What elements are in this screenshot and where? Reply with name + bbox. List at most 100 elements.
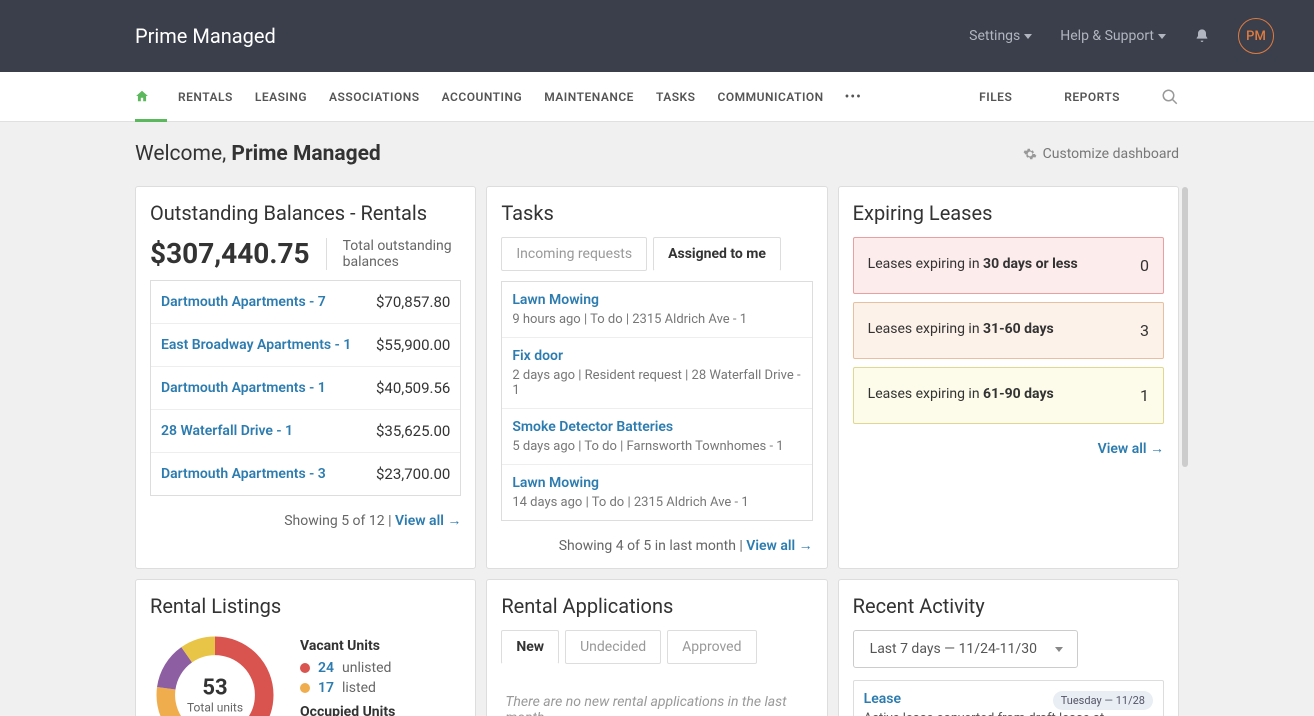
task-row[interactable]: Lawn Mowing14 days ago | To do | 2315 Al… <box>502 465 811 520</box>
balance-name[interactable]: 28 Waterfall Drive - 1 <box>161 423 293 439</box>
card-footer: View all → <box>853 440 1164 457</box>
exp-range: 30 days or less <box>983 256 1078 272</box>
exp-count: 1 <box>1140 386 1149 405</box>
balance-amount: $35,625.00 <box>376 422 450 440</box>
scrollbar[interactable] <box>1182 187 1188 467</box>
balance-row[interactable]: 28 Waterfall Drive - 1 $35,625.00 <box>151 410 460 453</box>
occupied-heading: Occupied Units <box>300 704 395 716</box>
balance-name[interactable]: Dartmouth Apartments - 1 <box>161 380 326 396</box>
tab-approved[interactable]: Approved <box>667 630 756 664</box>
dot-icon <box>300 663 310 673</box>
chevron-down-icon <box>1024 34 1032 39</box>
welcome-row: Welcome, Prime Managed Customize dashboa… <box>135 142 1179 166</box>
nav-associations[interactable]: ASSOCIATIONS <box>318 90 431 104</box>
chevron-down-icon <box>1055 647 1063 652</box>
task-title[interactable]: Fix door <box>512 348 801 364</box>
units-donut-chart: 53 Total units <box>150 630 280 716</box>
dot-icon <box>300 683 310 693</box>
settings-label: Settings <box>969 28 1020 44</box>
listing-stats: Vacant Units 24unlisted 17listed Occupie… <box>300 630 395 716</box>
tab-incoming-requests[interactable]: Incoming requests <box>501 237 647 271</box>
welcome-name: Prime Managed <box>231 142 380 166</box>
balance-name[interactable]: Dartmouth Apartments - 3 <box>161 466 326 482</box>
activity-description: Active lease converted from draft lease … <box>864 711 1153 716</box>
task-row[interactable]: Smoke Detector Batteries 5 days ago | To … <box>502 409 811 465</box>
tab-assigned-to-me[interactable]: Assigned to me <box>653 237 781 271</box>
top-bar-right: Settings Help & Support PM <box>969 18 1274 54</box>
chevron-down-icon <box>1158 34 1166 39</box>
nav-left: RENTALS LEASING ASSOCIATIONS ACCOUNTING … <box>135 72 872 121</box>
tab-undecided[interactable]: Undecided <box>565 630 661 664</box>
exp-count: 3 <box>1140 321 1149 340</box>
activity-item[interactable]: Tuesday — 11/28 Lease Active lease conve… <box>853 680 1164 716</box>
activity-range-select[interactable]: Last 7 days — 11/24-11/30 <box>853 630 1078 668</box>
card-title: Rental Applications <box>501 594 812 618</box>
donut-center: 53 Total units <box>187 676 243 715</box>
balance-name[interactable]: East Broadway Apartments - 1 <box>161 337 351 353</box>
help-support-menu[interactable]: Help & Support <box>1060 28 1166 44</box>
balance-list: Dartmouth Apartments - 7 $70,857.80 East … <box>150 280 461 496</box>
total-amount: $307,440.75 <box>150 237 310 270</box>
outstanding-balances-card: Outstanding Balances - Rentals $307,440.… <box>135 186 476 569</box>
balance-row[interactable]: Dartmouth Apartments - 7 $70,857.80 <box>151 281 460 324</box>
exp-prefix: Leases expiring in <box>868 321 983 337</box>
apps-tabs: New Undecided Approved <box>501 630 812 664</box>
task-row[interactable]: Lawn Mowing9 hours ago | To do | 2315 Al… <box>502 282 811 338</box>
listed-count[interactable]: 17 <box>318 680 334 696</box>
brand-name: Prime Managed <box>135 24 276 48</box>
balance-amount: $70,857.80 <box>376 293 450 311</box>
exp-range: 31-60 days <box>983 321 1054 337</box>
nav-reports[interactable]: REPORTS <box>1053 90 1131 104</box>
balance-row[interactable]: Dartmouth Apartments - 1$40,509.56 <box>151 367 460 410</box>
exp-count: 0 <box>1140 256 1149 275</box>
customize-dashboard-link[interactable]: Customize dashboard <box>1023 146 1179 162</box>
nav-communication[interactable]: COMMUNICATION <box>707 90 835 104</box>
tasks-tabs: Incoming requests Assigned to me <box>501 237 812 271</box>
top-bar: Prime Managed Settings Help & Support PM <box>0 0 1314 72</box>
balance-name[interactable]: Dartmouth Apartments - 7 <box>161 294 326 310</box>
nav-maintenance[interactable]: MAINTENANCE <box>533 90 645 104</box>
expiring-list: Leases expiring in 30 days or less 0 Leas… <box>853 237 1164 424</box>
card-title: Recent Activity <box>853 594 1164 618</box>
recent-activity-card: Recent Activity Last 7 days — 11/24-11/3… <box>838 579 1179 716</box>
nav-accounting[interactable]: ACCOUNTING <box>431 90 534 104</box>
task-title[interactable]: Smoke Detector Batteries <box>512 419 801 435</box>
notifications-bell-icon[interactable] <box>1194 28 1210 44</box>
expiring-row-60[interactable]: Leases expiring in 31-60 days 3 <box>853 302 1164 359</box>
nav-rentals[interactable]: RENTALS <box>167 90 244 104</box>
exp-range: 61-90 days <box>983 386 1054 402</box>
welcome-text: Welcome, Prime Managed <box>135 142 381 166</box>
view-all-link[interactable]: View all → <box>1098 441 1164 457</box>
welcome-prefix: Welcome, <box>135 142 231 166</box>
user-avatar[interactable]: PM <box>1238 18 1274 54</box>
total-units-label: Total units <box>187 701 243 715</box>
task-row[interactable]: Fix door2 days ago | Resident request | … <box>502 338 811 409</box>
balance-row[interactable]: Dartmouth Apartments - 3$23,700.00 <box>151 453 460 495</box>
nav-home[interactable] <box>135 72 167 122</box>
nav-tasks[interactable]: TASKS <box>645 90 707 104</box>
stat-listed: 17 listed <box>300 680 395 696</box>
card-footer: Showing 5 of 12 | View all → <box>150 512 461 529</box>
nav-right: FILES REPORTS <box>968 88 1179 106</box>
vacant-heading: Vacant Units <box>300 638 395 654</box>
balance-row[interactable]: East Broadway Apartments - 1$55,900.00 <box>151 324 460 367</box>
expiring-row-30[interactable]: Leases expiring in 30 days or less 0 <box>853 237 1164 294</box>
tab-new[interactable]: New <box>501 630 559 664</box>
nav-files[interactable]: FILES <box>968 90 1023 104</box>
rental-applications-card: Rental Applications New Undecided Approv… <box>486 579 827 716</box>
exp-prefix: Leases expiring in <box>868 256 983 272</box>
settings-menu[interactable]: Settings <box>969 28 1032 44</box>
listed-label: listed <box>342 680 376 696</box>
task-title[interactable]: Lawn Mowing <box>512 292 801 308</box>
search-icon[interactable] <box>1161 88 1179 106</box>
task-meta: 5 days ago | To do | Farnsworth Townhome… <box>512 439 801 454</box>
task-title[interactable]: Lawn Mowing <box>512 475 801 491</box>
view-all-link[interactable]: View all → <box>746 538 812 554</box>
view-all-link[interactable]: View all → <box>395 513 461 529</box>
nav-more-menu[interactable]: ••• <box>835 89 872 105</box>
customize-label: Customize dashboard <box>1043 146 1179 162</box>
card-title: Rental Listings <box>150 594 461 618</box>
expiring-row-90[interactable]: Leases expiring in 61-90 days1 <box>853 367 1164 424</box>
nav-leasing[interactable]: LEASING <box>244 90 318 104</box>
unlisted-count[interactable]: 24 <box>318 660 334 676</box>
